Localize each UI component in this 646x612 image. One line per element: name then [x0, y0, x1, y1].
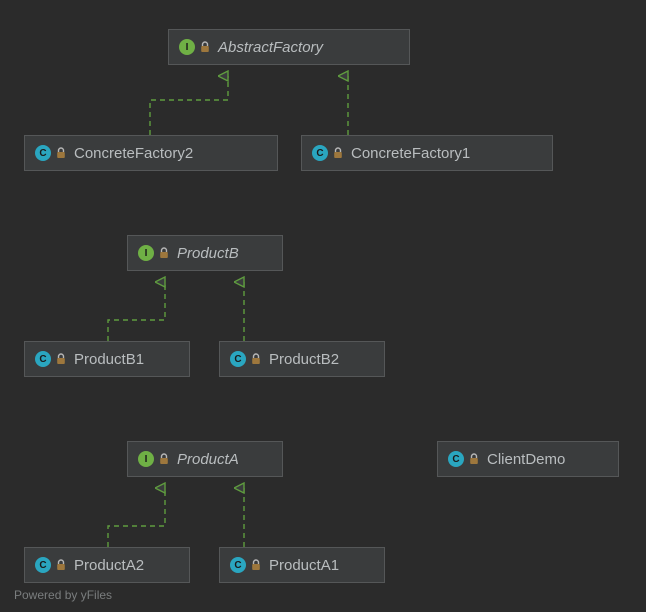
footer-credit: Powered by yFiles: [14, 588, 112, 602]
class-icon: C: [230, 557, 246, 573]
node-label: ProductB: [177, 245, 239, 262]
node-product-b1[interactable]: C ProductB1: [24, 341, 190, 377]
diagram-edges: [0, 0, 646, 612]
node-label: AbstractFactory: [218, 39, 323, 56]
node-label: ConcreteFactory2: [74, 145, 193, 162]
class-icon: C: [312, 145, 328, 161]
node-label: ConcreteFactory1: [351, 145, 470, 162]
node-label: ProductA1: [269, 557, 339, 574]
interface-icon: I: [138, 245, 154, 261]
node-product-a1[interactable]: C ProductA1: [219, 547, 385, 583]
lock-icon: [157, 452, 171, 466]
node-client-demo[interactable]: C ClientDemo: [437, 441, 619, 477]
lock-icon: [54, 352, 68, 366]
lock-icon: [249, 558, 263, 572]
lock-icon: [157, 246, 171, 260]
lock-icon: [249, 352, 263, 366]
node-product-a2[interactable]: C ProductA2: [24, 547, 190, 583]
node-concrete-factory-1[interactable]: C ConcreteFactory1: [301, 135, 553, 171]
lock-icon: [54, 558, 68, 572]
edge-pb1-to-pb: [108, 282, 165, 341]
class-icon: C: [35, 351, 51, 367]
node-product-b2[interactable]: C ProductB2: [219, 341, 385, 377]
interface-icon: I: [138, 451, 154, 467]
node-label: ClientDemo: [487, 451, 565, 468]
edge-cf2-to-af: [150, 76, 228, 135]
node-product-a[interactable]: I ProductA: [127, 441, 283, 477]
lock-icon: [467, 452, 481, 466]
class-icon: C: [448, 451, 464, 467]
lock-icon: [54, 146, 68, 160]
node-abstract-factory[interactable]: I AbstractFactory: [168, 29, 410, 65]
uml-diagram-canvas: I AbstractFactory C ConcreteFactory2 C C…: [0, 0, 646, 612]
interface-icon: I: [179, 39, 195, 55]
node-label: ProductB2: [269, 351, 339, 368]
class-icon: C: [35, 145, 51, 161]
class-icon: C: [35, 557, 51, 573]
node-label: ProductA: [177, 451, 239, 468]
node-product-b[interactable]: I ProductB: [127, 235, 283, 271]
lock-icon: [198, 40, 212, 54]
node-label: ProductA2: [74, 557, 144, 574]
lock-icon: [331, 146, 345, 160]
edge-pa2-to-pa: [108, 488, 165, 547]
node-concrete-factory-2[interactable]: C ConcreteFactory2: [24, 135, 278, 171]
class-icon: C: [230, 351, 246, 367]
node-label: ProductB1: [74, 351, 144, 368]
